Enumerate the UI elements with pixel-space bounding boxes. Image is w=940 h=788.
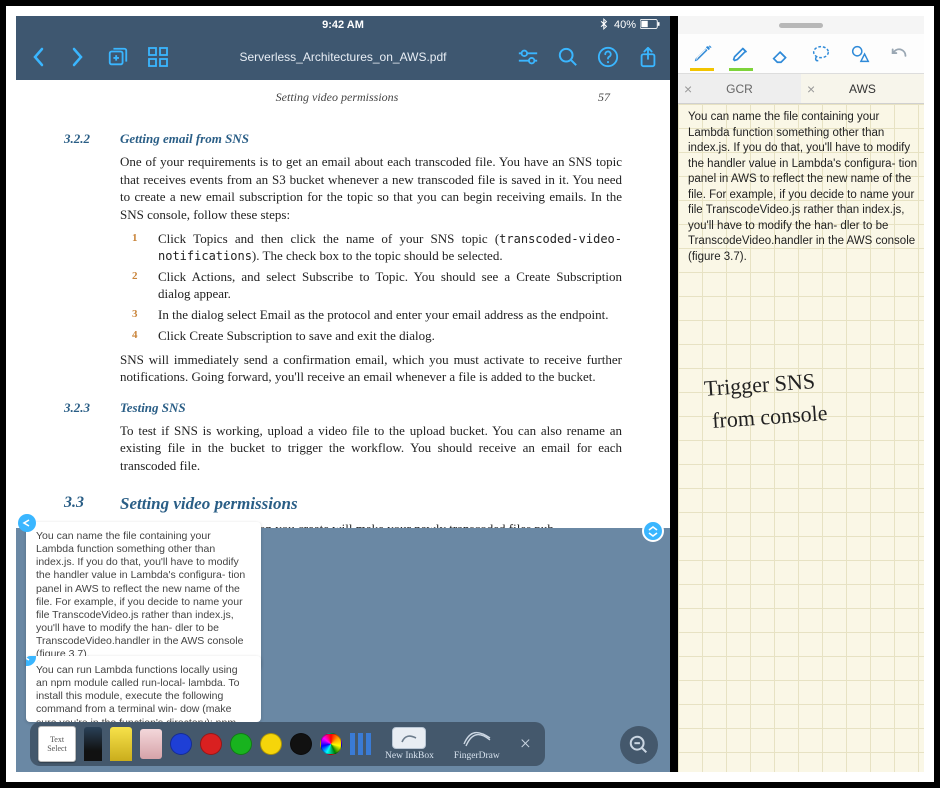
section-number: 3.3 <box>64 494 106 514</box>
tab-gcr[interactable]: × GCR <box>678 74 801 103</box>
color-red[interactable] <box>200 733 222 755</box>
notes-tab-bar: × GCR × AWS <box>678 74 924 104</box>
section-number: 3.2.3 <box>64 400 106 416</box>
stroke-width-tool[interactable] <box>350 733 371 755</box>
finger-draw-button[interactable]: FingerDraw <box>448 727 506 761</box>
tabs-button[interactable] <box>98 37 138 77</box>
typed-note-text: You can name the file containing your La… <box>688 110 922 265</box>
annotation-marker-icon[interactable] <box>26 656 36 666</box>
notes-toolbar <box>678 34 924 74</box>
notes-canvas[interactable]: You can name the file containing your La… <box>678 104 924 772</box>
view-settings-button[interactable] <box>508 37 548 77</box>
status-bar: 9:42 AM 40% <box>16 16 670 34</box>
handwriting-text: from console <box>711 400 828 434</box>
share-button[interactable] <box>628 37 668 77</box>
status-time: 9:42 AM <box>322 19 364 31</box>
handwriting-text: Trigger SNS <box>703 368 816 402</box>
text-select-tool[interactable]: Text Select <box>38 726 76 762</box>
color-blue[interactable] <box>170 733 192 755</box>
close-tab-icon[interactable]: × <box>807 81 815 97</box>
body-text: To test if SNS is working, upload a vide… <box>120 422 622 475</box>
annotation-marker-icon[interactable] <box>18 514 36 532</box>
color-picker[interactable] <box>320 733 342 755</box>
home-indicator <box>678 16 924 34</box>
annotation-drawer: You can name the file containing your La… <box>16 528 670 772</box>
search-button[interactable] <box>548 37 588 77</box>
body-text: SNS will immediately send a confirmation… <box>120 351 622 386</box>
body-text: One of your requirements is to get an em… <box>120 153 622 223</box>
document-title[interactable]: Serverless_Architectures_on_AWS.pdf <box>178 50 508 64</box>
expand-collapse-toggle[interactable] <box>642 520 664 542</box>
annotation-card[interactable]: You can run Lambda functions locally usi… <box>26 656 261 722</box>
forward-button[interactable] <box>58 37 98 77</box>
color-yellow[interactable] <box>260 733 282 755</box>
thumbnails-button[interactable] <box>138 37 178 77</box>
section-title: Getting email from SNS <box>120 131 249 147</box>
new-inkbox-button[interactable]: New InkBox <box>379 727 440 761</box>
back-button[interactable] <box>18 37 58 77</box>
pen-tool[interactable] <box>688 38 716 70</box>
zoom-button[interactable] <box>620 726 658 764</box>
page-number: 57 <box>598 90 610 105</box>
close-tab-icon[interactable]: × <box>684 81 692 97</box>
nav-bar: Serverless_Architectures_on_AWS.pdf <box>16 34 670 80</box>
annotation-toolbar: Text Select New InkBox <box>30 722 545 766</box>
battery-label: 40% <box>614 19 636 31</box>
pen-tool[interactable] <box>84 727 102 761</box>
pdf-app: 9:42 AM 40% Serverless_Architectures_on_… <box>16 16 670 772</box>
section-title: Testing SNS <box>120 400 186 416</box>
undo-button[interactable] <box>886 38 914 70</box>
step-list: 1Click Topics and then click the name of… <box>144 231 622 344</box>
document-viewport[interactable]: Setting video permissions 57 3.2.2 Getti… <box>16 80 670 772</box>
section-number: 3.2.2 <box>64 131 106 147</box>
help-button[interactable] <box>588 37 628 77</box>
tab-aws[interactable]: × AWS <box>801 74 924 103</box>
section-title: Setting video permissions <box>120 494 298 514</box>
color-black[interactable] <box>290 733 312 755</box>
running-head: Setting video permissions <box>76 90 598 105</box>
bluetooth-icon <box>600 18 610 33</box>
eraser-tool[interactable] <box>767 38 795 70</box>
color-green[interactable] <box>230 733 252 755</box>
annotation-card[interactable]: You can name the file containing your La… <box>26 522 261 669</box>
highlighter-tool[interactable] <box>110 727 132 761</box>
highlighter-tool[interactable] <box>727 38 755 70</box>
eraser-tool[interactable] <box>140 729 162 759</box>
notes-app: × GCR × AWS You can name the file contai… <box>678 16 924 772</box>
battery-icon <box>640 19 660 32</box>
split-view-divider[interactable] <box>670 16 678 772</box>
shapes-tool[interactable] <box>846 38 874 70</box>
lasso-tool[interactable] <box>807 38 835 70</box>
close-toolbar-button[interactable]: × <box>514 733 537 756</box>
